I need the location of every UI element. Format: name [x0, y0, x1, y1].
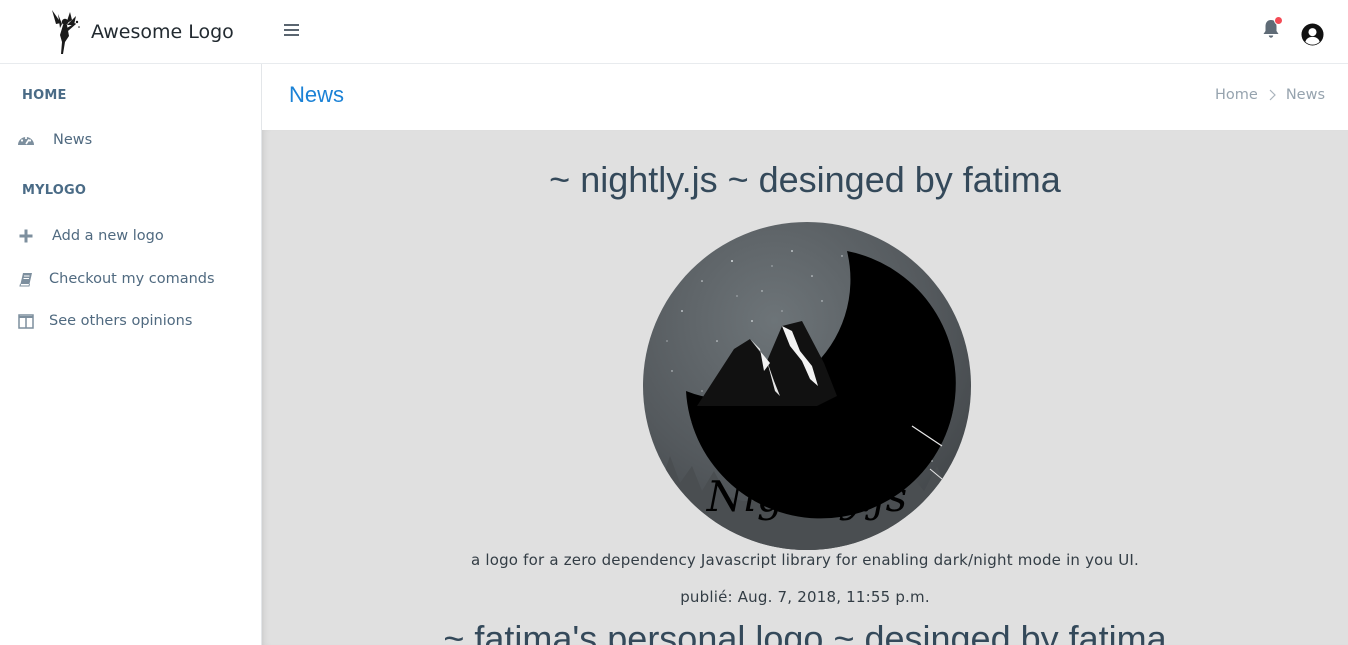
- sidebar-item-commands[interactable]: Checkout my comands: [16, 267, 215, 291]
- news-feed: ~ nightly.js ~ desinged by fatima Nightl…: [262, 130, 1348, 645]
- post-description: a logo for a zero dependency Javascript …: [470, 551, 1140, 569]
- sidebar-heading-home: HOME: [22, 88, 67, 103]
- nightly-logo-image: Nightly.js: [643, 222, 971, 550]
- breadcrumb-current: News: [1285, 87, 1325, 103]
- brand-name: Awesome Logo: [91, 21, 234, 43]
- brand[interactable]: Awesome Logo: [48, 8, 234, 56]
- sidebar-item-label: News: [53, 132, 93, 148]
- hamburger-icon[interactable]: [284, 22, 300, 38]
- fairy-logo-icon: [52, 10, 80, 54]
- user-avatar-icon[interactable]: [1301, 23, 1324, 46]
- sidebar-item-label: Checkout my comands: [49, 271, 215, 287]
- page-title: News: [289, 82, 345, 107]
- dashboard-icon: [16, 131, 36, 149]
- sidebar-item-label: Add a new logo: [52, 228, 164, 244]
- sidebar-item-label: See others opinions: [49, 313, 193, 329]
- top-navbar: Awesome Logo: [0, 0, 1348, 64]
- sidebar: HOME News MYLOGO Add a new logo Checkout…: [0, 64, 262, 645]
- sidebar-item-news[interactable]: News: [16, 128, 92, 152]
- breadcrumb: Home News: [1215, 87, 1325, 103]
- nightly-logo-text: Nightly.js: [706, 472, 908, 521]
- sidebar-item-opinions[interactable]: See others opinions: [16, 309, 192, 333]
- breadcrumb-home-link[interactable]: Home: [1215, 87, 1258, 103]
- post-title: ~ fatima's personal logo ~ desinged by f…: [443, 618, 1167, 645]
- sidebar-heading-mylogo: MYLOGO: [22, 183, 87, 198]
- post-date: publié: Aug. 7, 2018, 11:55 p.m.: [680, 588, 930, 606]
- sidebar-item-add-logo[interactable]: Add a new logo: [16, 224, 164, 248]
- notification-dot: [1274, 16, 1283, 25]
- chevron-right-icon: [1269, 89, 1276, 101]
- book-icon: [16, 270, 36, 288]
- notifications-button[interactable]: [1262, 16, 1283, 40]
- columns-icon: [16, 312, 36, 330]
- page-header: News Home News: [262, 65, 1348, 130]
- plus-icon: [16, 227, 36, 245]
- post-title: ~ nightly.js ~ desinged by fatima: [549, 159, 1061, 200]
